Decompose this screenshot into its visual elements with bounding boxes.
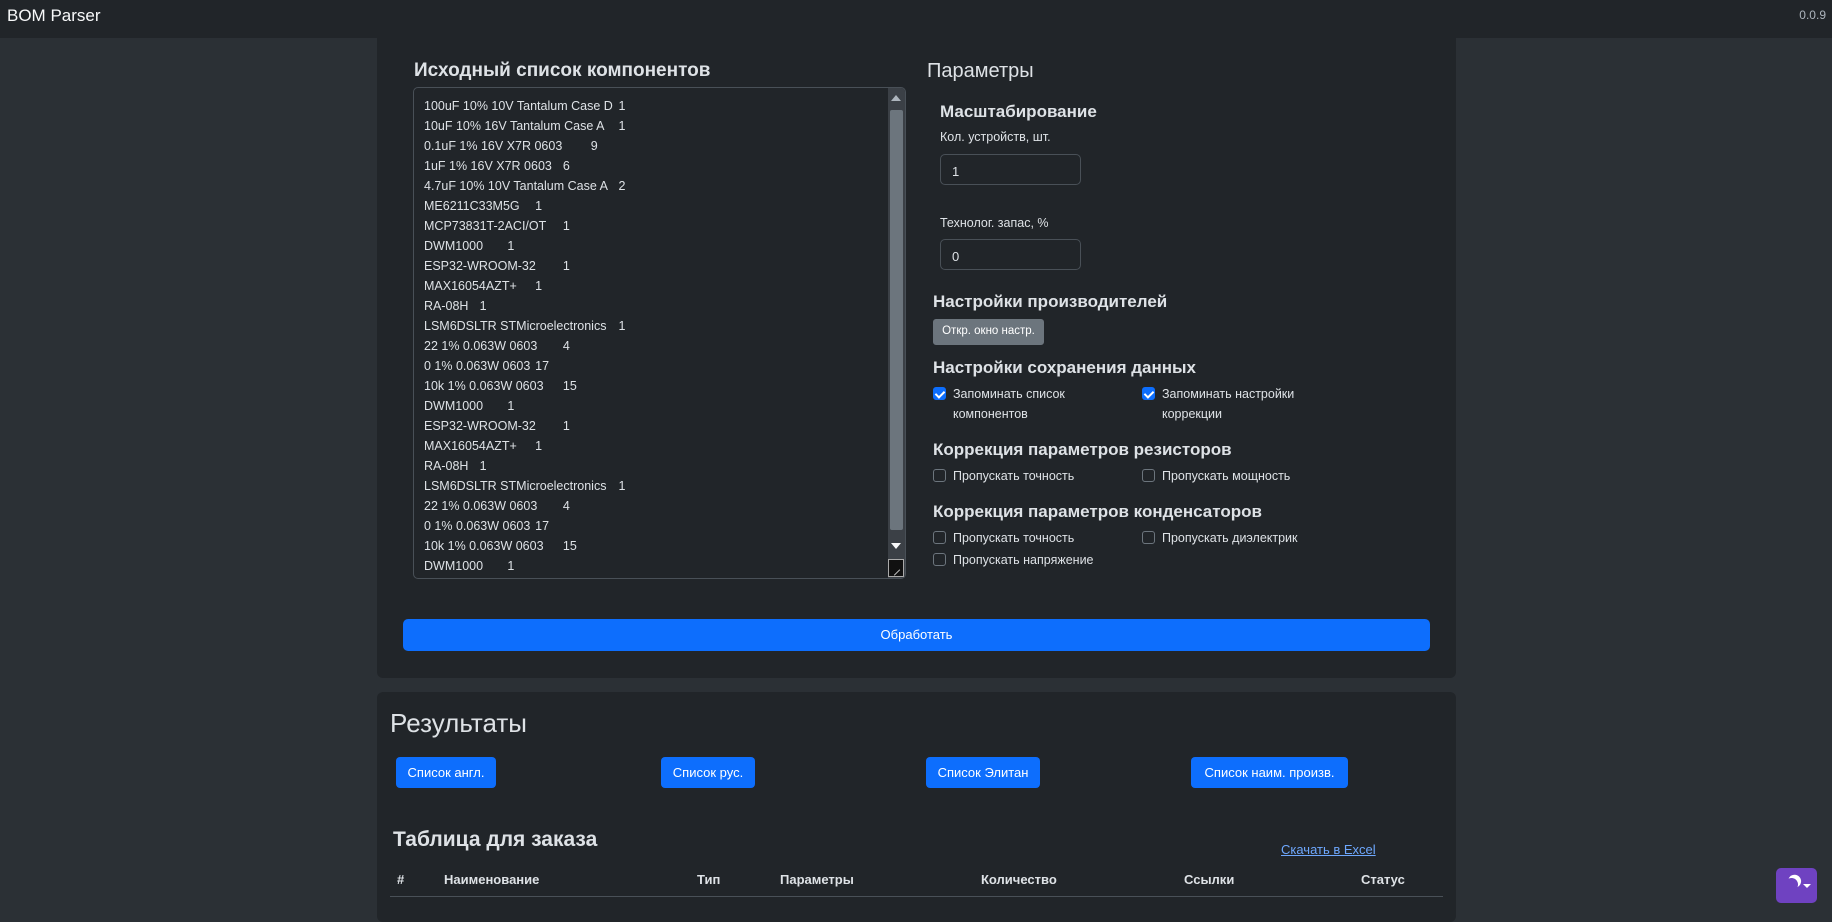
moon-icon [1783, 876, 1800, 893]
results-card [377, 692, 1456, 922]
component-line: ME6211C33M5G 1 [424, 199, 543, 213]
checkbox-icon[interactable] [1142, 469, 1155, 482]
component-list-textarea[interactable]: 100uF 10% 10V Tantalum Case D 1 10uF 10% … [413, 87, 906, 579]
res-skip-tolerance-checkbox[interactable]: Пропускать точность [933, 466, 1074, 486]
download-excel-link[interactable]: Скачать в Excel [1281, 842, 1376, 857]
column-header-type: Тип [697, 872, 721, 887]
chevron-down-icon [1803, 884, 1811, 888]
open-settings-button[interactable]: Откр. окно настр. [933, 319, 1044, 345]
res-skip-tolerance-label: Пропускать точность [953, 469, 1075, 483]
component-line: 10k 1% 0.063W 0603 15 [424, 539, 577, 553]
component-list-text: 100uF 10% 10V Tantalum Case D 1 10uF 10% … [424, 96, 625, 576]
component-line: 10k 1% 0.063W 0603 15 [424, 379, 577, 393]
reserve-label: Технолог. запас, % [940, 216, 1049, 230]
component-line: ESP32-WROOM-32 1 [424, 419, 570, 433]
list-elitan-button[interactable]: Список Элитан [926, 757, 1040, 788]
list-russian-button[interactable]: Список рус. [661, 757, 755, 788]
component-line: 100uF 10% 10V Tantalum Case D 1 [424, 99, 626, 113]
component-line: LSM6DSLTR STMicroelectronics 1 [424, 479, 626, 493]
list-english-button[interactable]: Список англ. [396, 757, 496, 788]
cap-skip-dielectric-checkbox[interactable]: Пропускать диэлектрик [1142, 528, 1298, 548]
list-manufacturer-names-button[interactable]: Список наим. произв. [1191, 757, 1348, 788]
table-header-divider [390, 896, 1443, 897]
capacitors-title: Коррекция параметров конденсаторов [933, 502, 1262, 521]
source-list-title: Исходный список компонентов [414, 60, 711, 81]
component-line: 22 1% 0.063W 0603 4 [424, 339, 570, 353]
storage-title: Настройки сохранения данных [933, 358, 1196, 377]
checkbox-checked-icon[interactable] [1142, 387, 1155, 400]
component-line: MAX16054AZT+ 1 [424, 439, 543, 453]
order-table-title: Таблица для заказа [393, 828, 598, 851]
reserve-input[interactable]: 0 [940, 239, 1081, 270]
component-line: ESP32-WROOM-32 1 [424, 259, 570, 273]
component-line: 10uF 10% 16V Tantalum Case A 1 [424, 119, 626, 133]
cap-skip-voltage-label: Пропускать напряжение [953, 553, 1094, 567]
component-line: 0 1% 0.063W 0603 17 [424, 519, 550, 533]
component-line: 0 1% 0.063W 0603 17 [424, 359, 550, 373]
app-brand[interactable]: BOM Parser [7, 6, 101, 26]
res-skip-power-label: Пропускать мощность [1162, 469, 1291, 483]
params-title: Параметры [927, 60, 1034, 82]
checkbox-icon[interactable] [933, 469, 946, 482]
scroll-thumb[interactable] [890, 110, 903, 530]
cap-skip-tolerance-label: Пропускать точность [953, 531, 1075, 545]
column-header-status: Статус [1361, 872, 1405, 887]
component-line: RA-08H 1 [424, 299, 487, 313]
component-line: DWM1000 1 [424, 239, 515, 253]
scaling-title: Масштабирование [940, 102, 1097, 121]
component-line: MCP73831T-2ACI/OT 1 [424, 219, 570, 233]
column-header-name: Наименование [444, 872, 540, 887]
remember-list-label: Запоминать список компонентов [953, 387, 1065, 421]
component-line: LSM6DSLTR STMicroelectronics 1 [424, 319, 626, 333]
res-skip-power-checkbox[interactable]: Пропускать мощность [1142, 466, 1290, 486]
cap-skip-dielectric-label: Пропускать диэлектрик [1162, 531, 1298, 545]
process-button[interactable]: Обработать [403, 619, 1430, 651]
component-line: DWM1000 1 [424, 399, 515, 413]
devices-input[interactable]: 1 [940, 154, 1081, 185]
component-line: 1uF 1% 16V X7R 0603 6 [424, 159, 570, 173]
navbar: BOM Parser 0.0.9 [0, 0, 1832, 38]
remember-correction-label: Запоминать настройки коррекции [1162, 387, 1295, 421]
component-line: MAX16054AZT+ 1 [424, 279, 543, 293]
scroll-up-icon[interactable] [891, 95, 901, 101]
results-title: Результаты [390, 708, 527, 738]
manufacturers-title: Настройки производителей [933, 292, 1168, 311]
component-line: 4.7uF 10% 10V Tantalum Case A 2 [424, 179, 626, 193]
textarea-scrollbar[interactable] [888, 88, 905, 578]
column-header-params: Параметры [780, 872, 854, 887]
theme-toggle-button[interactable] [1776, 868, 1817, 903]
checkbox-icon[interactable] [933, 553, 946, 566]
component-line: 22 1% 0.063W 0603 4 [424, 499, 570, 513]
checkbox-icon[interactable] [1142, 531, 1155, 544]
resistors-title: Коррекция параметров резисторов [933, 440, 1232, 459]
checkbox-icon[interactable] [933, 531, 946, 544]
cap-skip-tolerance-checkbox[interactable]: Пропускать точность [933, 528, 1074, 548]
column-header-number: # [397, 872, 405, 887]
remember-correction-checkbox[interactable]: Запоминать настройки коррекции [1142, 384, 1312, 424]
component-line: DWM1000 1 [424, 559, 515, 573]
cap-skip-voltage-checkbox[interactable]: Пропускать напряжение [933, 550, 1094, 570]
app-version: 0.0.9 [1799, 8, 1826, 22]
component-line: 0.1uF 1% 16V X7R 0603 9 [424, 139, 598, 153]
remember-list-checkbox[interactable]: Запоминать список компонентов [933, 384, 1103, 424]
scroll-down-icon[interactable] [891, 543, 901, 549]
column-header-links: Ссылки [1184, 872, 1235, 887]
column-header-quantity: Количество [981, 872, 1057, 887]
component-line: RA-08H 1 [424, 459, 487, 473]
devices-label: Кол. устройств, шт. [940, 130, 1051, 144]
checkbox-checked-icon[interactable] [933, 387, 946, 400]
resize-handle-icon[interactable] [888, 559, 904, 577]
